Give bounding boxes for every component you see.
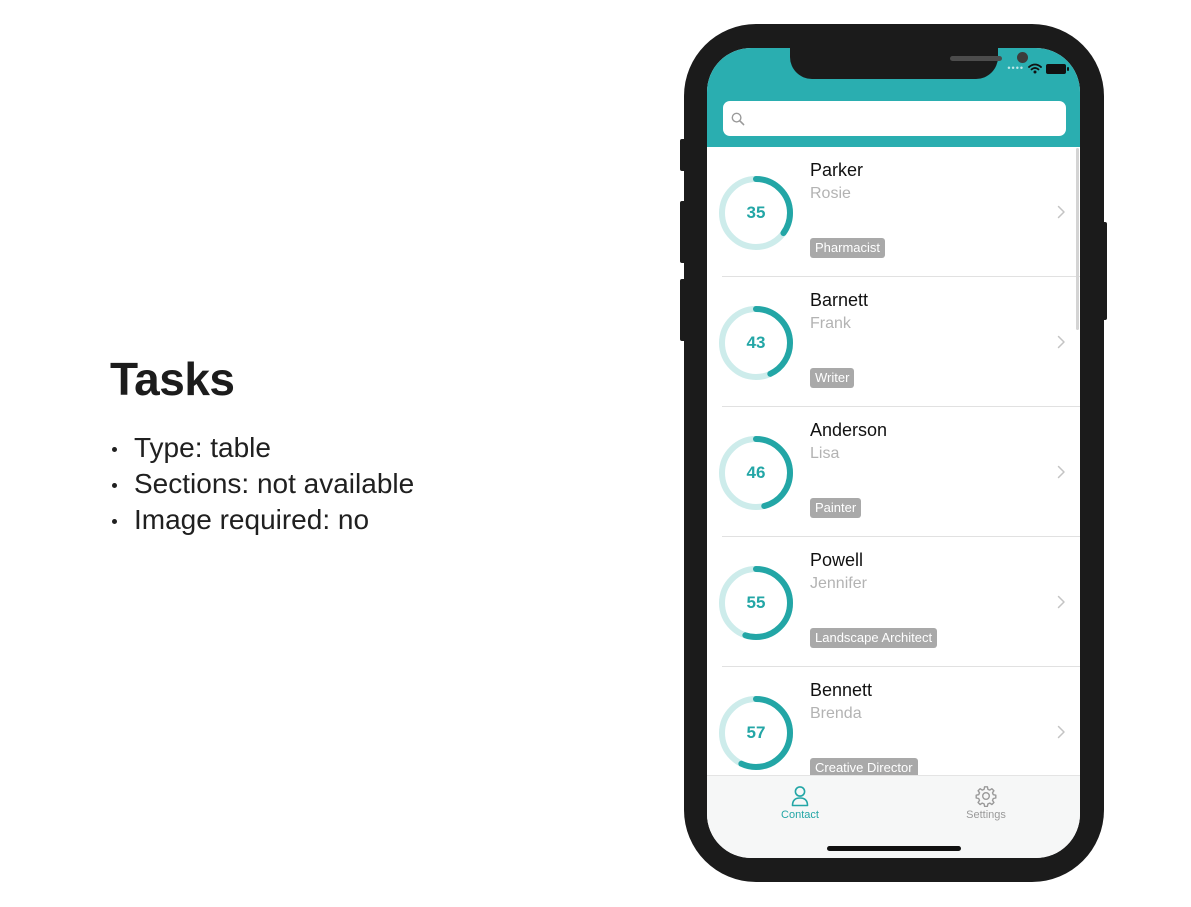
contact-first-name: Jennifer <box>810 575 867 592</box>
search-icon <box>731 112 745 125</box>
table-row[interactable]: 55 Powell Jennifer Landscape Architect <box>707 537 1080 667</box>
job-tag: Painter <box>810 498 862 518</box>
tab-contact[interactable]: Contact <box>707 776 893 836</box>
search-bar[interactable] <box>723 101 1066 136</box>
chevron-right-icon <box>1057 205 1065 219</box>
job-tag: Creative Director <box>810 758 918 775</box>
progress-value: 57 <box>746 723 766 742</box>
task-description: Tasks Type: table Sections: not availabl… <box>110 356 570 538</box>
contact-first-name: Brenda <box>810 705 862 722</box>
contact-last-name: Barnett <box>810 290 869 310</box>
task-list: Type: table Sections: not available Imag… <box>110 430 570 538</box>
job-tag: Pharmacist <box>810 238 886 258</box>
front-camera <box>1017 52 1028 63</box>
chevron-right-icon <box>1057 335 1065 349</box>
gear-icon <box>975 786 997 807</box>
table-row[interactable]: 43 Barnett Frank Writer <box>707 277 1080 407</box>
contact-first-name: Rosie <box>810 185 851 202</box>
tab-settings[interactable]: Settings <box>893 776 1079 836</box>
tab-contact-label: Contact <box>781 809 819 821</box>
progress-value: 55 <box>746 593 766 612</box>
table-row[interactable]: 46 Anderson Lisa Painter <box>707 407 1080 537</box>
contact-first-name: Lisa <box>810 445 840 462</box>
home-indicator[interactable] <box>827 846 961 851</box>
contact-first-name: Frank <box>810 315 851 332</box>
chevron-right-icon <box>1057 465 1065 479</box>
battery-icon <box>1046 63 1069 74</box>
scroll-indicator[interactable] <box>1076 148 1079 330</box>
person-icon <box>791 786 809 807</box>
signal-icon: •••• <box>1007 63 1024 73</box>
progress-value: 43 <box>746 333 766 352</box>
task-item-image: Image required: no <box>110 502 570 538</box>
job-tag: Landscape Architect <box>810 628 938 648</box>
contact-last-name: Anderson <box>810 420 888 440</box>
notch <box>790 48 1028 79</box>
speaker <box>950 56 1002 61</box>
search-input[interactable] <box>751 110 1066 127</box>
chevron-right-icon <box>1057 595 1065 609</box>
contact-last-name: Bennett <box>810 680 873 700</box>
status-bar: •••• <box>1007 63 1069 74</box>
table-row[interactable]: 57 Bennett Brenda Creative Director <box>707 667 1080 775</box>
progress-value: 35 <box>746 203 766 222</box>
table-row[interactable]: 35 Parker Rosie Pharmacist <box>707 147 1080 277</box>
contact-last-name: Powell <box>810 550 864 570</box>
chevron-right-icon <box>1057 725 1065 739</box>
task-item-sections: Sections: not available <box>110 466 570 502</box>
progress-value: 46 <box>746 463 766 482</box>
phone-screen: •••• 35 Parker Rosie Pharmacist 43 Barne… <box>707 48 1080 858</box>
contact-last-name: Parker <box>810 160 864 180</box>
contact-table: 35 Parker Rosie Pharmacist 43 Barnett Fr… <box>707 147 1080 775</box>
tab-settings-label: Settings <box>966 809 1006 821</box>
tasks-heading: Tasks <box>110 353 235 405</box>
wifi-icon <box>1028 63 1042 74</box>
job-tag: Writer <box>810 368 855 388</box>
task-item-type: Type: table <box>110 430 570 466</box>
